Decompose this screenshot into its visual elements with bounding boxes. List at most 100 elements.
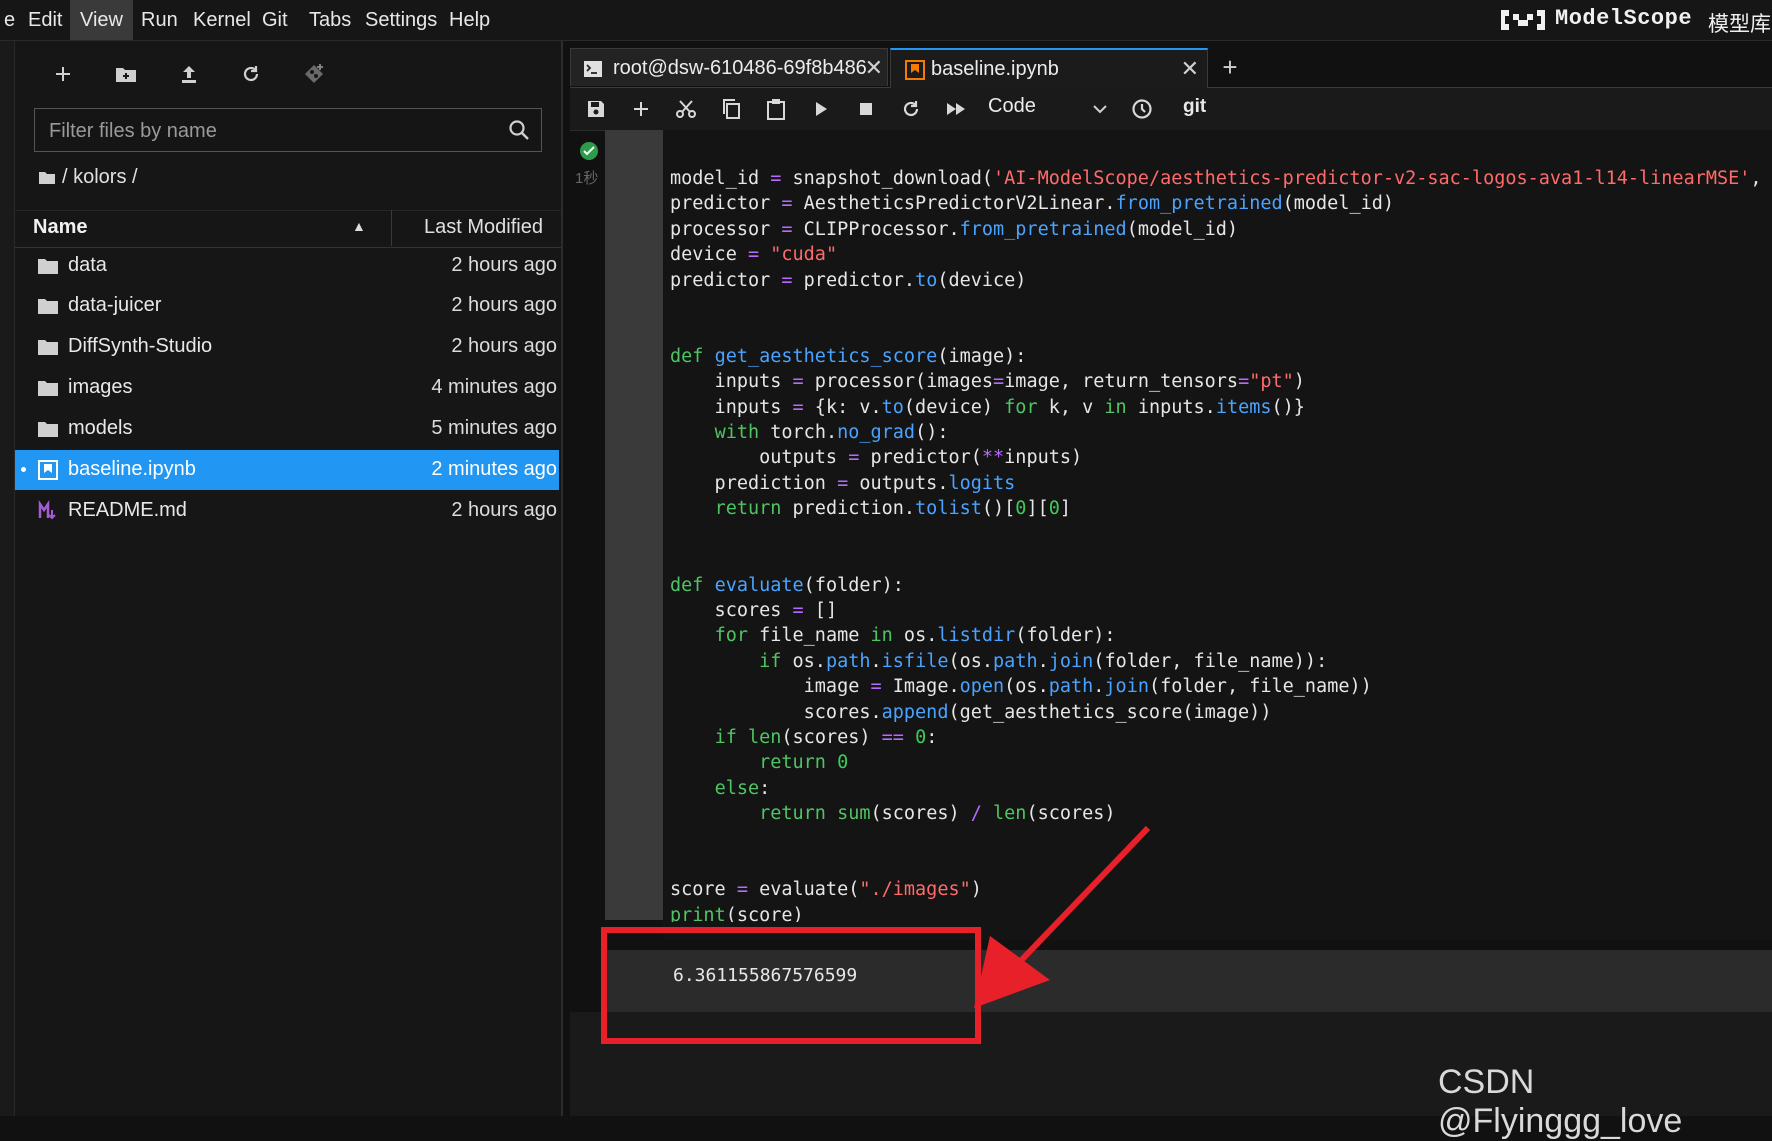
brand-name[interactable]: ModelScope: [1555, 6, 1692, 31]
tab-label: baseline.ipynb: [931, 58, 1059, 80]
menu-run[interactable]: Run: [131, 0, 188, 40]
filter-files-field[interactable]: [34, 108, 542, 153]
file-row[interactable]: data-juicer 2 hours ago: [15, 286, 559, 326]
code-editor[interactable]: model_id = snapshot_download('AI-ModelSc…: [670, 166, 1772, 922]
tab-label: root@dsw-610486-69f8b486: [613, 57, 867, 79]
brand-cn-link[interactable]: 模型库: [1708, 8, 1771, 38]
file-modified: 5 minutes ago: [431, 417, 557, 439]
upload-icon: [182, 66, 196, 83]
play-icon: [816, 102, 827, 116]
file-modified: 4 minutes ago: [431, 376, 557, 398]
refresh-icon: [903, 101, 919, 117]
file-name: data-juicer: [68, 294, 162, 316]
tab-terminal[interactable]: root@dsw-610486-69f8b486 ✕: [570, 48, 888, 86]
running-indicator: [21, 467, 26, 472]
file-row[interactable]: data 2 hours ago: [15, 246, 559, 286]
kernel-status-button[interactable]: [1126, 94, 1158, 124]
close-icon[interactable]: ✕: [1181, 56, 1199, 82]
search-icon[interactable]: [507, 118, 531, 142]
close-icon[interactable]: ✕: [865, 55, 883, 81]
notebook-toolbar: [570, 88, 1772, 131]
terminal-icon: [584, 61, 602, 77]
cut-button[interactable]: [670, 94, 702, 124]
menu-tabs[interactable]: Tabs: [299, 0, 361, 40]
file-row[interactable]: DiffSynth-Studio 2 hours ago: [15, 327, 559, 367]
file-browser-panel: [15, 41, 563, 1116]
menu-settings[interactable]: Settings: [355, 0, 447, 40]
breadcrumb-path[interactable]: / kolors /: [62, 166, 138, 189]
notebook-icon: [38, 460, 58, 480]
menu-edit[interactable]: Edit: [18, 0, 72, 40]
paste-icon: [767, 99, 785, 120]
folder-icon: [38, 340, 58, 355]
file-modified: 2 hours ago: [451, 294, 557, 316]
file-name: images: [68, 376, 133, 398]
add-tab-button[interactable]: +: [1212, 50, 1248, 84]
paste-button[interactable]: [760, 94, 792, 124]
file-row[interactable]: README.md 2 hours ago: [15, 491, 559, 531]
save-icon: [588, 101, 604, 117]
file-modified: 2 minutes ago: [431, 458, 557, 480]
column-modified-header[interactable]: Last Modified: [424, 216, 543, 239]
file-name: README.md: [68, 499, 187, 521]
new-folder-button[interactable]: [108, 58, 144, 90]
file-name: models: [68, 417, 133, 439]
breadcrumb[interactable]: / kolors /: [38, 166, 138, 189]
stop-icon: [860, 103, 872, 115]
file-name: DiffSynth-Studio: [68, 335, 213, 357]
new-launcher-button[interactable]: [45, 58, 81, 90]
file-row-selected[interactable]: baseline.ipynb 2 minutes ago: [15, 450, 559, 490]
folder-icon: [38, 381, 58, 396]
markdown-icon: [38, 500, 56, 520]
chevron-down-icon: [1093, 105, 1107, 114]
watermark: CSDN @Flyinggg_love: [1438, 1063, 1683, 1140]
run-button[interactable]: [805, 94, 837, 124]
restart-button[interactable]: [895, 94, 927, 124]
tab-notebook[interactable]: baseline.ipynb ✕: [890, 48, 1208, 88]
new-folder-icon: [116, 68, 136, 82]
annotation-arrow-icon: [974, 825, 1151, 1008]
file-row[interactable]: models 5 minutes ago: [15, 409, 559, 449]
folder-icon: [39, 172, 55, 184]
scissors-icon: [676, 100, 696, 118]
copy-icon: [723, 99, 740, 119]
check-circle-icon: [580, 142, 598, 160]
insert-cell-button[interactable]: [625, 94, 657, 124]
git-clone-button[interactable]: [296, 58, 332, 90]
column-divider[interactable]: [391, 210, 392, 246]
folder-icon: [38, 259, 58, 274]
file-row[interactable]: images 4 minutes ago: [15, 368, 559, 408]
refresh-button[interactable]: [233, 58, 269, 90]
save-button[interactable]: [580, 94, 612, 124]
execution-time: 1秒: [575, 170, 599, 187]
menu-view[interactable]: View: [70, 0, 133, 40]
cell-input-prompt[interactable]: [605, 130, 663, 920]
git-clone-icon: [305, 64, 323, 83]
git-button[interactable]: git: [1183, 96, 1206, 118]
restart-run-all-button[interactable]: [940, 94, 972, 124]
menu-help[interactable]: Help: [439, 0, 500, 40]
file-modified: 2 hours ago: [451, 254, 557, 276]
cell-type-dropdown[interactable]: Code: [988, 95, 1108, 125]
folder-icon: [38, 299, 58, 314]
modelscope-logo-icon: [1501, 10, 1545, 30]
menu-git[interactable]: Git: [252, 0, 298, 40]
filter-files-input[interactable]: [47, 109, 491, 153]
notebook-icon: [905, 60, 925, 80]
interrupt-button[interactable]: [850, 94, 882, 124]
file-name: baseline.ipynb: [68, 458, 196, 480]
file-name: data: [68, 254, 107, 276]
folder-icon: [38, 422, 58, 437]
annotation-highlight-box: [601, 927, 981, 1044]
activity-bar: [0, 41, 15, 1116]
file-modified: 2 hours ago: [451, 499, 557, 521]
fast-forward-icon: [947, 103, 965, 115]
cell-type-value: Code: [988, 95, 1036, 117]
sort-ascending-icon[interactable]: ▲: [352, 218, 366, 234]
copy-button[interactable]: [715, 94, 747, 124]
column-name-header[interactable]: Name: [33, 216, 87, 239]
file-modified: 2 hours ago: [451, 335, 557, 357]
menu-kernel[interactable]: Kernel: [183, 0, 261, 40]
upload-button[interactable]: [171, 58, 207, 90]
plus-icon: [56, 67, 70, 81]
